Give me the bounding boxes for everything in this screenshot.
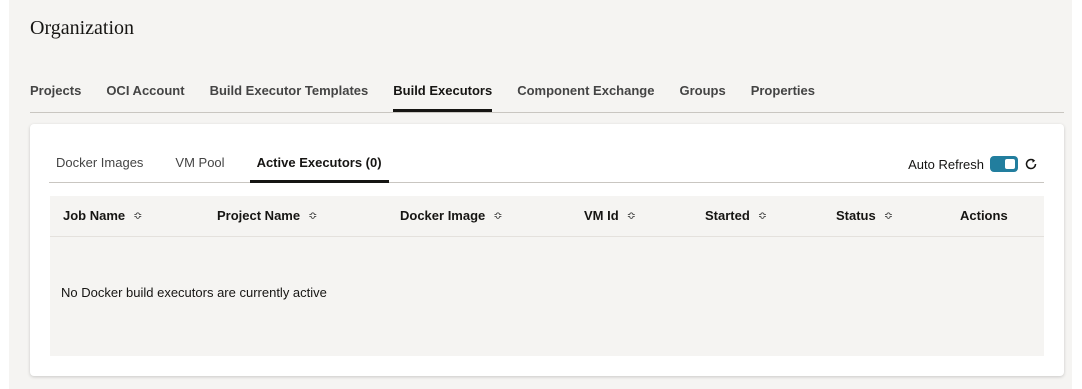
page-title: Organization bbox=[30, 17, 135, 39]
tab-component-exchange[interactable]: Component Exchange bbox=[517, 82, 654, 111]
column-label: VM Id bbox=[584, 208, 619, 223]
column-vm-id[interactable]: VM Id ≎ bbox=[584, 208, 636, 223]
tab-oci-account[interactable]: OCI Account bbox=[106, 82, 184, 111]
table-header: Job Name ≎ Project Name ≎ Docker Image ≎… bbox=[50, 196, 1044, 237]
column-label: Actions bbox=[960, 208, 1008, 223]
sort-icon[interactable]: ≎ bbox=[884, 209, 893, 222]
auto-refresh-control: Auto Refresh bbox=[908, 154, 1038, 174]
sort-icon[interactable]: ≎ bbox=[627, 209, 636, 222]
column-job-name[interactable]: Job Name ≎ bbox=[63, 208, 142, 223]
refresh-icon[interactable] bbox=[1024, 157, 1038, 171]
sort-icon[interactable]: ≎ bbox=[758, 209, 767, 222]
tab-vm-pool[interactable]: VM Pool bbox=[168, 154, 231, 181]
column-started[interactable]: Started ≎ bbox=[705, 208, 767, 223]
tab-build-executors[interactable]: Build Executors bbox=[393, 82, 493, 112]
page-background: Organization Projects OCI Account Build … bbox=[9, 0, 1072, 389]
tab-groups[interactable]: Groups bbox=[679, 82, 725, 111]
build-executors-card: Docker Images VM Pool Active Executors (… bbox=[30, 124, 1064, 376]
empty-table-message: No Docker build executors are currently … bbox=[61, 285, 327, 300]
toggle-knob bbox=[1005, 159, 1015, 169]
column-label: Job Name bbox=[63, 208, 126, 223]
column-label: Project Name bbox=[217, 208, 301, 223]
column-project-name[interactable]: Project Name ≎ bbox=[217, 208, 317, 223]
column-label: Started bbox=[705, 208, 750, 223]
auto-refresh-label: Auto Refresh bbox=[908, 156, 984, 172]
tab-docker-images[interactable]: Docker Images bbox=[49, 154, 150, 181]
tab-active-executors[interactable]: Active Executors (0) bbox=[249, 154, 389, 183]
sort-icon[interactable]: ≎ bbox=[493, 209, 502, 222]
sub-tab-bar: Docker Images VM Pool Active Executors (… bbox=[49, 154, 1044, 183]
sort-icon[interactable]: ≎ bbox=[133, 209, 142, 222]
tab-properties[interactable]: Properties bbox=[751, 82, 815, 111]
active-executors-table: Job Name ≎ Project Name ≎ Docker Image ≎… bbox=[50, 196, 1044, 356]
sort-icon[interactable]: ≎ bbox=[308, 209, 317, 222]
column-actions: Actions bbox=[960, 208, 1008, 223]
main-tab-bar: Projects OCI Account Build Executor Temp… bbox=[30, 82, 1064, 113]
column-label: Status bbox=[836, 208, 876, 223]
tab-build-executor-templates[interactable]: Build Executor Templates bbox=[210, 82, 369, 111]
auto-refresh-toggle[interactable] bbox=[990, 156, 1018, 172]
tab-projects[interactable]: Projects bbox=[30, 82, 81, 111]
column-label: Docker Image bbox=[400, 208, 486, 223]
column-status[interactable]: Status ≎ bbox=[836, 208, 893, 223]
column-docker-image[interactable]: Docker Image ≎ bbox=[400, 208, 502, 223]
